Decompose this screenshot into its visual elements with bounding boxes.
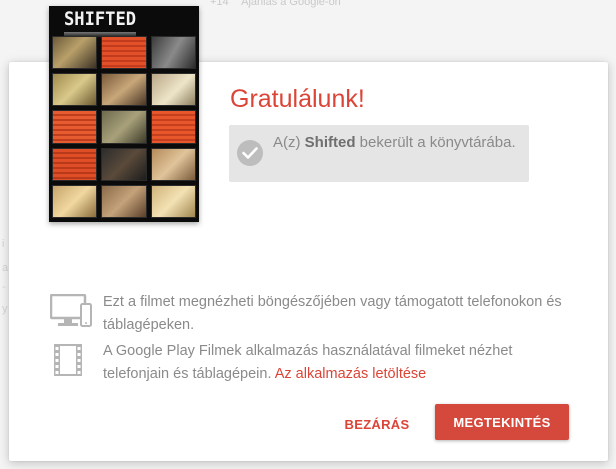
movie-poster: SHIFTED <box>49 6 199 222</box>
poster-frame <box>101 36 147 70</box>
poster-title: SHIFTED <box>64 8 137 38</box>
devices-icon <box>49 293 92 335</box>
poster-frame <box>52 184 98 218</box>
background-text-fragment: a <box>2 262 9 274</box>
info-browser-text: Ezt a filmet megnézheti böngészőjében va… <box>103 294 562 333</box>
download-app-link[interactable]: Az alkalmazás letöltése <box>275 366 427 382</box>
poster-frame <box>150 36 196 70</box>
poster-frame <box>101 110 147 144</box>
library-added-notice: A(z) Shifted bekerült a könyvtárába. <box>229 125 529 182</box>
info-app-text: A Google Play Filmek alkalmazás használa… <box>103 340 573 386</box>
close-button[interactable]: BEZÁRÁS <box>336 408 418 440</box>
poster-frame <box>150 147 196 181</box>
poster-frame <box>101 147 147 181</box>
poster-frame <box>52 110 98 144</box>
poster-collage <box>52 36 196 218</box>
dialog-title: Gratulálunk! <box>230 85 365 113</box>
poster-frame <box>101 73 147 107</box>
poster-frame <box>52 73 98 107</box>
movie-title: Shifted <box>304 134 356 151</box>
added-prefix: A(z) <box>273 134 305 151</box>
share-hint-text: Ajánlás a Google-on <box>241 0 341 8</box>
poster-frame <box>150 184 196 218</box>
poster-frame <box>101 184 147 218</box>
background-text-fragment: i <box>2 238 5 250</box>
poster-frame <box>150 73 196 107</box>
poster-frame <box>52 36 98 70</box>
library-added-text: A(z) Shifted bekerült a könyvtárába. <box>273 132 517 153</box>
background-text-fragment: y <box>2 303 8 315</box>
share-hint: +14 Ajánlás a Google-on <box>210 0 341 8</box>
poster-frame <box>150 110 196 144</box>
check-circle-icon <box>237 140 263 166</box>
background-text-fragment: - <box>2 281 6 293</box>
added-suffix: bekerült a könyvtárába. <box>355 134 516 151</box>
film-strip-icon <box>50 343 86 382</box>
poster-frame <box>52 147 98 181</box>
view-button[interactable]: MEGTEKINTÉS <box>435 404 569 440</box>
share-count: +14 <box>210 0 229 8</box>
